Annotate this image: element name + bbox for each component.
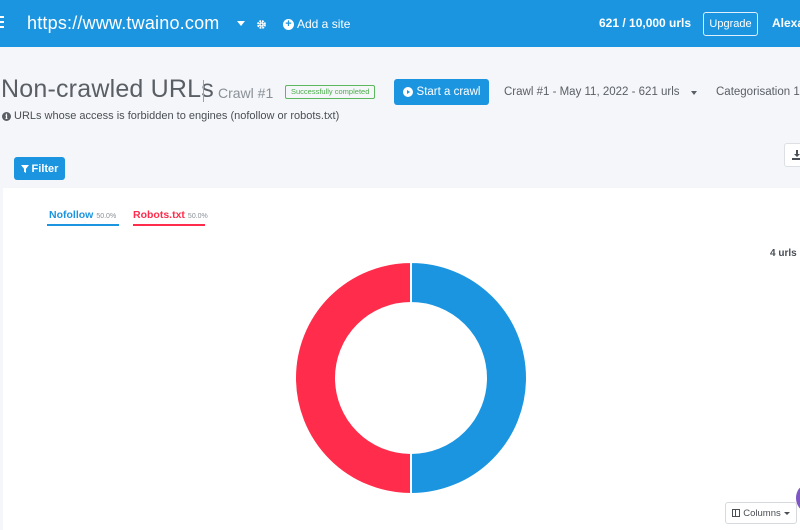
start-crawl-button[interactable]: Start a crawl [394, 79, 489, 105]
add-site-label: Add a site [297, 17, 351, 31]
chart-panel: Nofollow 50.0% Robots.txt 50.0% 4 urls Col… [3, 188, 800, 530]
info-icon: i [2, 111, 11, 121]
donut-chart [294, 260, 528, 496]
menu-icon[interactable] [0, 16, 4, 30]
status-badge: Successfully completed [285, 85, 376, 99]
chevron-down-icon [783, 511, 790, 515]
columns-icon [732, 509, 741, 517]
title-divider [203, 80, 204, 102]
filter-label: Filter [31, 162, 59, 175]
legend-percent: 50.0% [187, 213, 208, 220]
plus-circle-icon: + [283, 18, 294, 30]
legend-underline [47, 224, 119, 226]
gear-icon[interactable] [256, 17, 267, 35]
donut-slice-nofollow[interactable] [410, 260, 528, 496]
url-quota: 621 / 10,000 urls [599, 16, 692, 30]
top-navigation-bar: https://www.twaino.com + Add a site 621 … [0, 0, 800, 47]
columns-label: Columns [743, 507, 781, 519]
add-site-button[interactable]: + Add a site [283, 17, 350, 31]
start-crawl-label: Start a crawl [416, 86, 481, 98]
page-subtitle: i URLs whose access is forbidden to engi… [2, 110, 339, 122]
crawl-selector[interactable]: Crawl #1 - May 11, 2022 - 621 urls [504, 86, 680, 98]
subtitle-text: URLs whose access is forbidden to engine… [14, 110, 340, 122]
crawl-label: Crawl #1 [218, 85, 274, 101]
chevron-down-icon[interactable] [691, 91, 697, 95]
page-title: Non-crawled URLs [1, 75, 214, 103]
download-button[interactable] [784, 143, 800, 167]
legend-underline [133, 224, 205, 226]
chevron-down-icon[interactable] [237, 21, 245, 26]
legend-label: Robots.txt [133, 209, 185, 221]
play-circle-icon [402, 87, 413, 97]
urls-count: 4 urls [770, 248, 797, 259]
columns-button[interactable]: Columns [725, 502, 797, 524]
site-selector[interactable]: https://www.twaino.com [27, 13, 219, 34]
filter-button[interactable]: Filter [14, 157, 65, 180]
legend-label: Nofollow [49, 209, 94, 221]
legend-percent: 50.0% [96, 213, 117, 220]
upgrade-button[interactable]: Upgrade [703, 12, 758, 36]
donut-slice-robots-txt[interactable] [294, 260, 412, 496]
filter-icon [20, 164, 29, 173]
download-icon [792, 150, 800, 160]
categorisation-selector[interactable]: Categorisation 1 [716, 86, 800, 98]
user-menu[interactable]: Alexa [772, 16, 800, 30]
legend-item-robots[interactable]: Robots.txt 50.0% [133, 209, 208, 221]
legend-item-nofollow[interactable]: Nofollow 50.0% [49, 209, 116, 221]
